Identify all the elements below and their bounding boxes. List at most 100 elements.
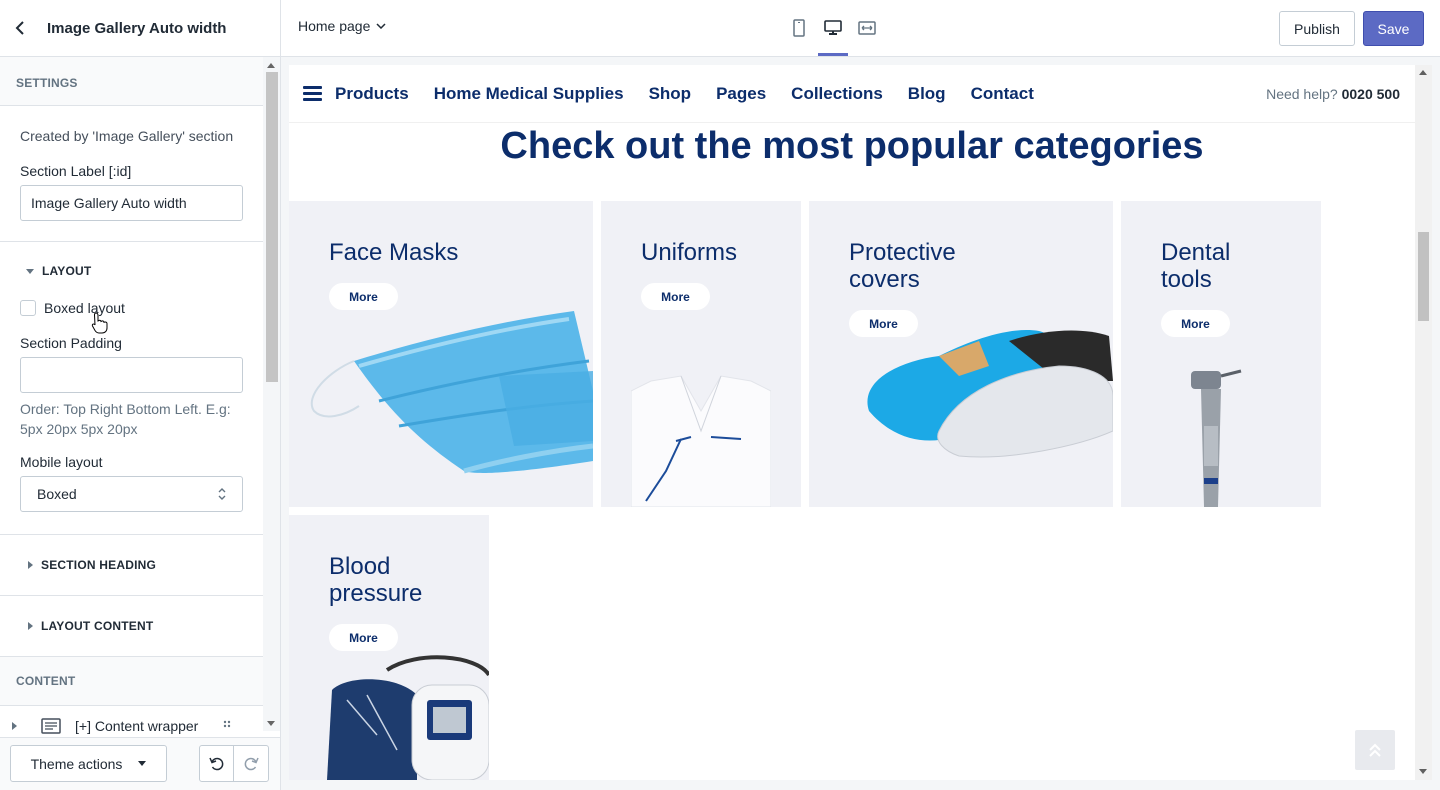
preview-scrollbar[interactable] [1415, 65, 1432, 780]
category-card-dental-tools[interactable]: Dental tools More [1121, 201, 1321, 507]
undo-icon [208, 757, 223, 770]
section-heading-header[interactable]: SECTION HEADING [20, 558, 156, 572]
undo-redo-group [199, 745, 269, 782]
caret-right-icon [28, 561, 33, 569]
layout-content-header[interactable]: LAYOUT CONTENT [20, 619, 153, 633]
store-nav: Products Home Medical Supplies Shop Pages Co… [289, 65, 1415, 123]
card-title: Protective covers [849, 239, 956, 293]
menu-icon[interactable] [303, 86, 322, 101]
section-padding-input[interactable] [20, 357, 243, 393]
category-card-protective-covers[interactable]: Protective covers More [809, 201, 1113, 507]
scroll-up-arrow[interactable] [267, 63, 275, 68]
boxed-layout-label: Boxed layout [44, 300, 125, 316]
nav-item-shop[interactable]: Shop [649, 84, 692, 104]
caret-right-icon [12, 722, 17, 730]
layout-content-label: LAYOUT CONTENT [41, 619, 154, 633]
section-heading-label: SECTION HEADING [41, 558, 157, 572]
fullwidth-view-button[interactable] [854, 12, 880, 44]
store-preview: Products Home Medical Supplies Shop Pages Co… [289, 65, 1415, 780]
preview-scroll-thumb[interactable] [1418, 232, 1429, 321]
settings-sidebar: SETTINGS Created by 'Image Gallery' sect… [0, 57, 281, 790]
boxed-layout-row: Boxed layout [20, 300, 243, 316]
scroll-down-arrow[interactable] [1419, 769, 1427, 774]
section-label-title: Section Label [:id] [20, 163, 132, 179]
section-padding-label: Section Padding [20, 335, 122, 351]
card-title: Dental tools [1161, 239, 1231, 293]
sidebar-scrollbar[interactable] [263, 57, 280, 731]
uniform-image [631, 375, 771, 507]
fullscreen-icon [858, 21, 876, 35]
mobile-icon [793, 19, 805, 37]
chevron-left-icon [15, 21, 24, 35]
select-arrows-icon [218, 488, 226, 500]
padding-help-text: Order: Top Right Bottom Left. E.g: 5px 2… [20, 401, 231, 437]
nav-item-products[interactable]: Products [335, 84, 409, 104]
desktop-view-button[interactable] [818, 12, 848, 56]
created-by-text: Created by 'Image Gallery' section [20, 128, 234, 144]
drag-handle-icon[interactable] [223, 720, 231, 732]
page-selector-label: Home page [298, 18, 371, 34]
page-selector[interactable]: Home page [298, 18, 386, 34]
layout-content-group: LAYOUT CONTENT [0, 596, 263, 657]
scroll-to-top-button[interactable] [1355, 730, 1395, 770]
sidebar-content: SETTINGS Created by 'Image Gallery' sect… [0, 57, 263, 790]
section-label-input[interactable]: Image Gallery Auto width [20, 185, 243, 221]
publish-button[interactable]: Publish [1279, 11, 1355, 46]
editor-topbar: Image Gallery Auto width Home page Publi… [0, 0, 1440, 57]
theme-actions-button[interactable]: Theme actions [10, 745, 167, 782]
save-button[interactable]: Save [1363, 11, 1424, 46]
back-button[interactable] [0, 0, 40, 56]
sidebar-footer: Theme actions [0, 737, 280, 790]
blood-pressure-monitor-image [327, 655, 489, 780]
sidebar-scroll-thumb[interactable] [266, 72, 278, 382]
mobile-layout-label: Mobile layout [20, 454, 103, 470]
content-header: CONTENT [0, 657, 263, 706]
device-toggle [786, 12, 880, 56]
caret-down-icon [138, 761, 147, 766]
section-heading-group: SECTION HEADING [0, 535, 263, 596]
redo-button[interactable] [234, 746, 268, 781]
card-title: Face Masks [329, 239, 459, 266]
caret-down-icon [26, 268, 34, 274]
mobile-view-button[interactable] [786, 12, 812, 44]
card-title: Blood pressure [329, 553, 423, 607]
more-button[interactable]: More [641, 283, 710, 310]
nav-menu: Products Home Medical Supplies Shop Pages Co… [335, 84, 1059, 104]
category-card-uniforms[interactable]: Uniforms More [601, 201, 801, 507]
boxed-layout-checkbox[interactable] [20, 300, 36, 316]
mobile-layout-value: Boxed [37, 486, 77, 502]
card-title: Uniforms [641, 239, 738, 266]
face-mask-image [310, 311, 593, 474]
layout-settings: LAYOUT Boxed layout Section Padding Orde… [0, 242, 263, 535]
undo-button[interactable] [200, 746, 235, 781]
nav-item-home-medical-supplies[interactable]: Home Medical Supplies [434, 84, 624, 104]
text-block-icon [41, 718, 61, 734]
nav-item-blog[interactable]: Blog [908, 84, 946, 104]
mobile-layout-select[interactable]: Boxed [20, 476, 243, 512]
desktop-icon [824, 20, 842, 35]
category-card-face-masks[interactable]: Face Masks More [289, 201, 593, 507]
nav-item-contact[interactable]: Contact [971, 84, 1034, 104]
double-chevron-up-icon [1369, 743, 1381, 757]
layout-header-label: LAYOUT [42, 264, 92, 278]
settings-header: SETTINGS [0, 57, 263, 106]
scroll-down-arrow[interactable] [267, 721, 275, 726]
shoe-covers-image [867, 330, 1113, 458]
nav-item-collections[interactable]: Collections [791, 84, 883, 104]
more-button[interactable]: More [329, 624, 398, 651]
theme-actions-label: Theme actions [30, 755, 123, 772]
need-help-phone[interactable]: 0020 500 [1342, 86, 1400, 102]
general-settings: Created by 'Image Gallery' section Secti… [0, 106, 263, 242]
layout-header[interactable]: LAYOUT [0, 264, 243, 278]
scroll-up-arrow[interactable] [1419, 70, 1427, 75]
dental-tool-image [1191, 369, 1242, 507]
need-help: Need help? 0020 500 [1266, 86, 1400, 102]
content-wrapper-label: [+] Content wrapper [75, 718, 199, 734]
chevron-down-icon [376, 23, 386, 29]
caret-right-icon [28, 622, 33, 630]
nav-item-pages[interactable]: Pages [716, 84, 766, 104]
topbar-left: Image Gallery Auto width [0, 0, 281, 56]
more-button[interactable]: More [1161, 310, 1230, 337]
hand-cursor-icon [91, 312, 108, 334]
category-card-blood-pressure[interactable]: Blood pressure More [289, 515, 489, 780]
